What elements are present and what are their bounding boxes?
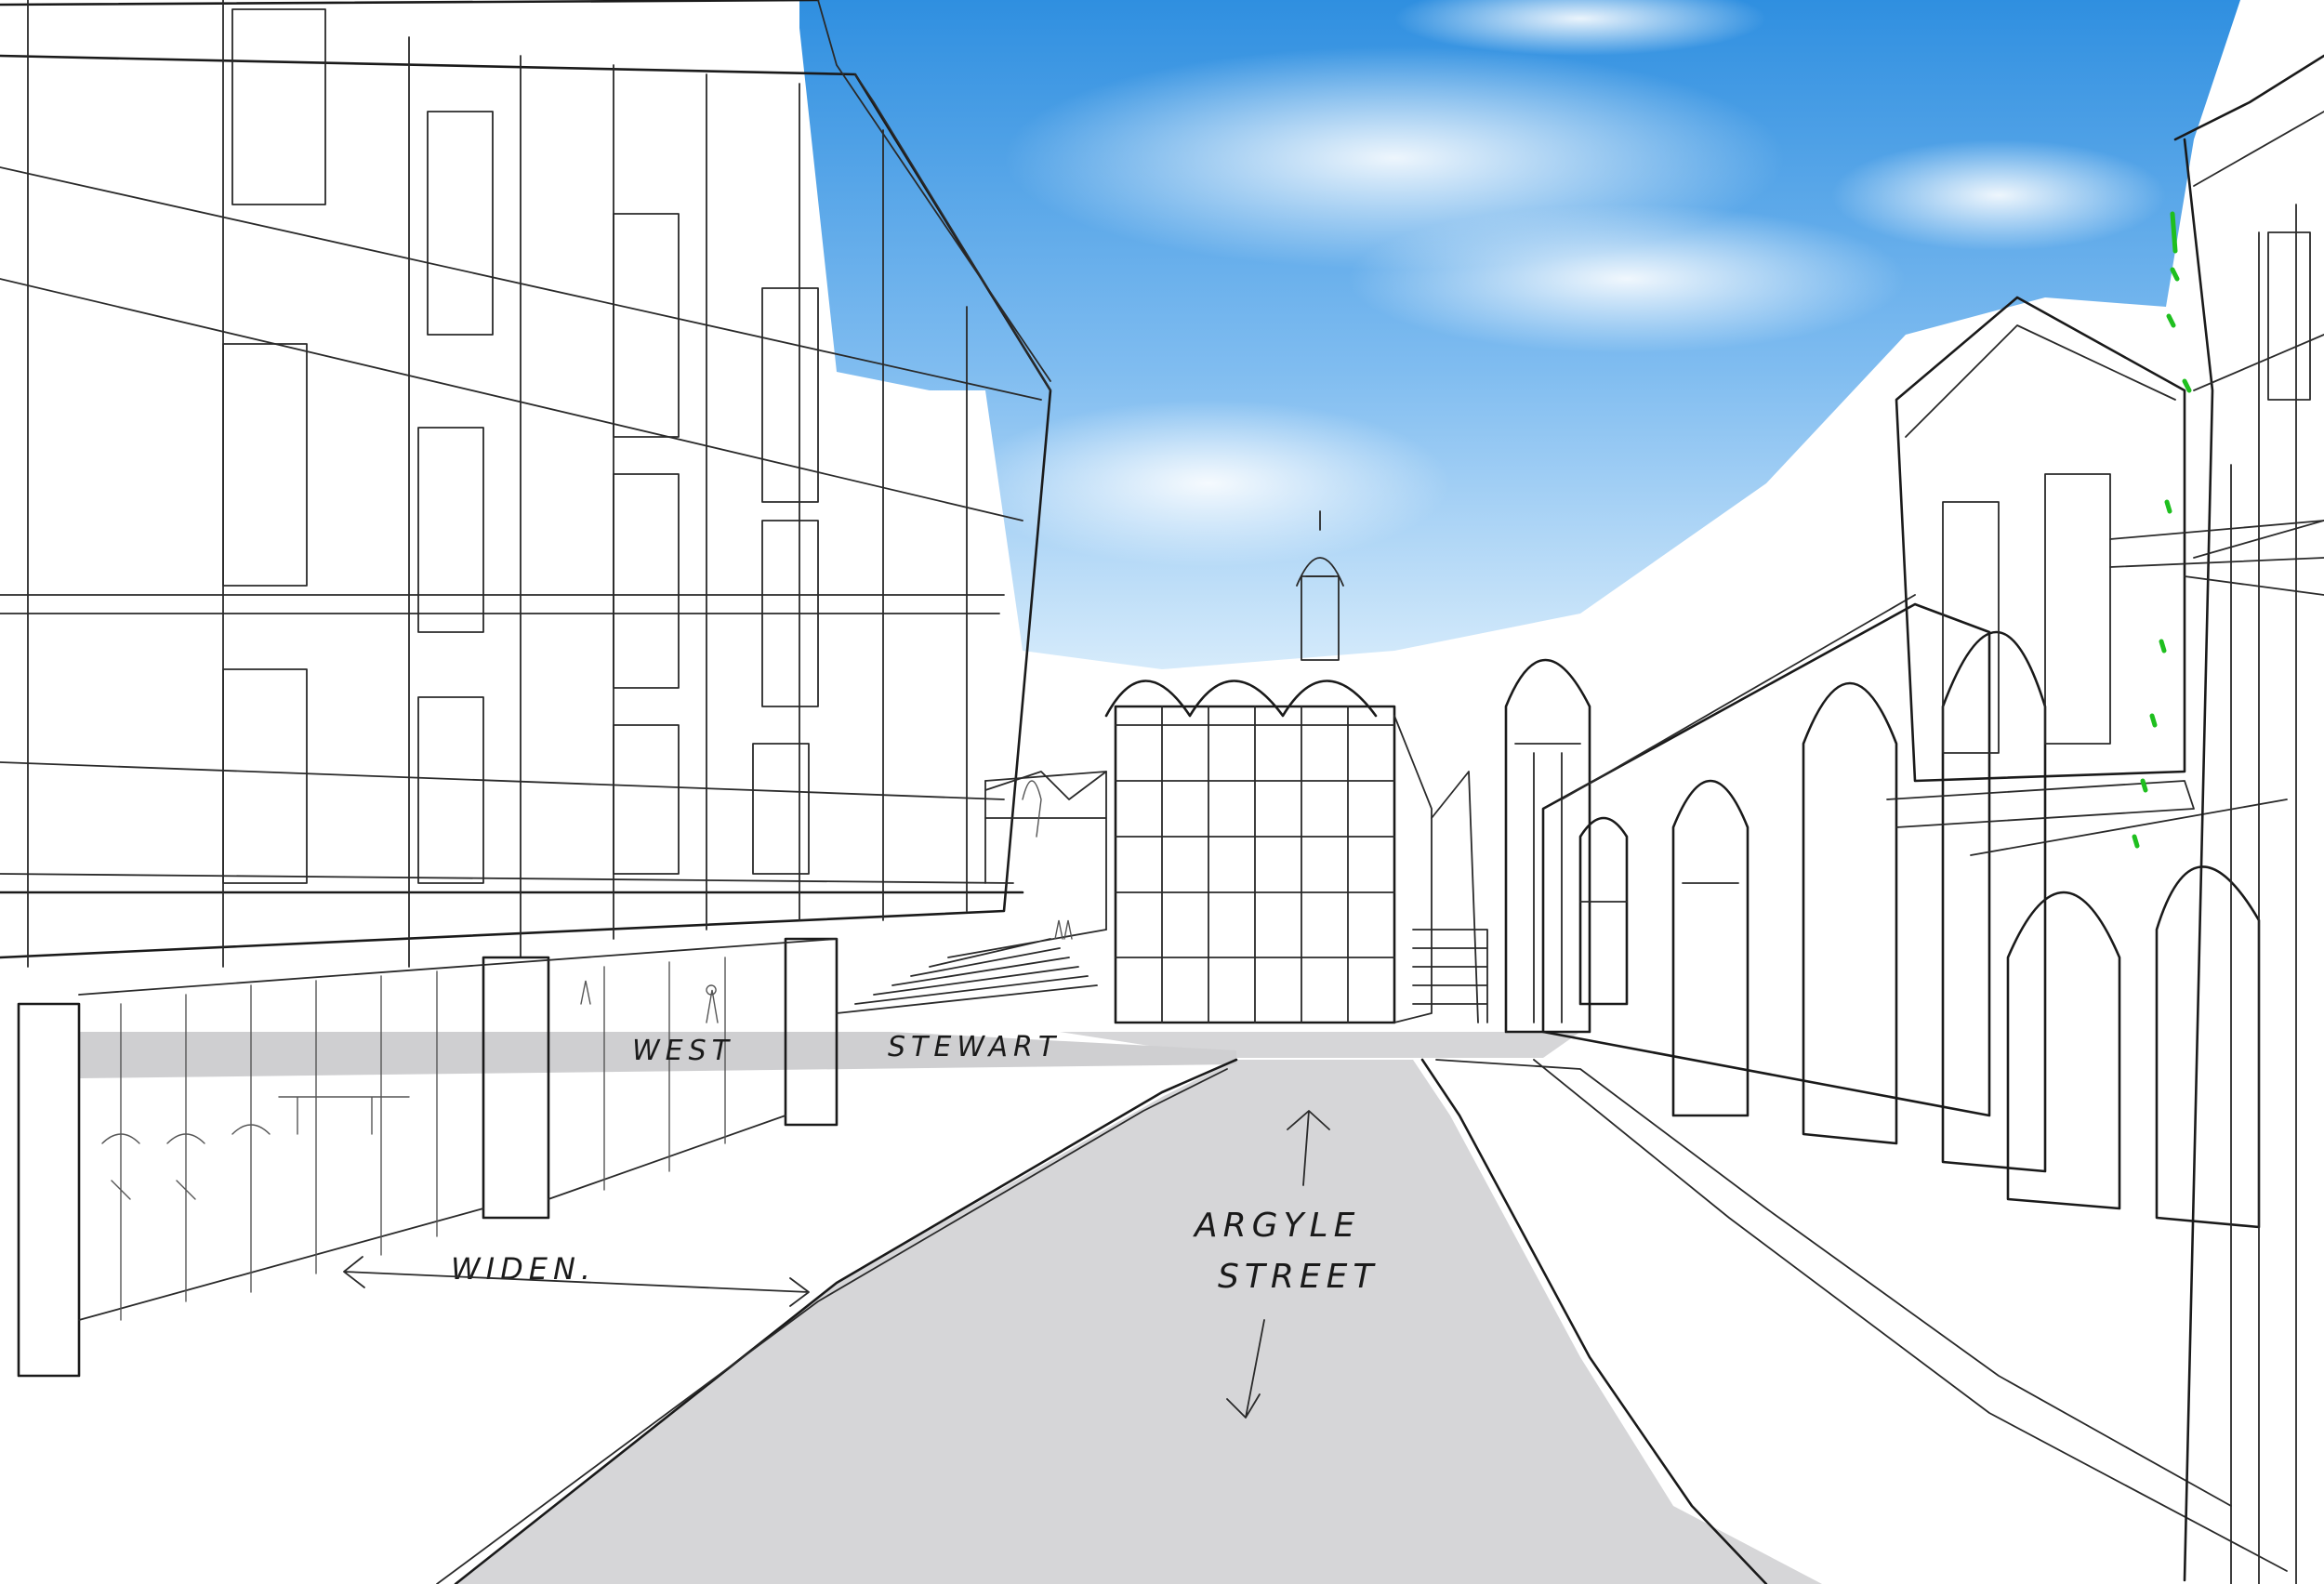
window — [613, 724, 680, 875]
window — [222, 343, 308, 587]
cloud — [967, 400, 1450, 567]
background-buildings — [984, 771, 1488, 1023]
column — [482, 956, 550, 1220]
right-tower — [1886, 296, 2288, 1229]
argyle-label: ARGYLE — [1193, 1207, 1360, 1245]
street-sketch-scene: WEST STEWART ARGYLE STREET WIDEN. — [0, 0, 2324, 1584]
church-building — [1504, 594, 2047, 1173]
window — [427, 111, 494, 336]
street-label: STREET — [1218, 1258, 1379, 1296]
column — [17, 1002, 81, 1378]
window — [752, 743, 810, 875]
people-figures — [580, 919, 1073, 1023]
cloud — [1348, 205, 1906, 353]
west-label: WEST — [632, 1035, 734, 1067]
window — [417, 696, 484, 884]
road — [79, 1032, 2288, 1584]
window — [222, 668, 308, 884]
stewart-label: STEWART — [888, 1031, 1061, 1063]
sketch-canvas: WEST STEWART ARGYLE STREET WIDEN. — [0, 0, 2324, 1584]
window — [2267, 231, 2311, 401]
window — [417, 427, 484, 633]
cloud — [1831, 139, 2166, 251]
green-accent-marks — [2132, 211, 2192, 849]
window — [2044, 473, 2111, 745]
window — [231, 8, 326, 205]
window — [613, 473, 680, 689]
window — [613, 213, 680, 438]
